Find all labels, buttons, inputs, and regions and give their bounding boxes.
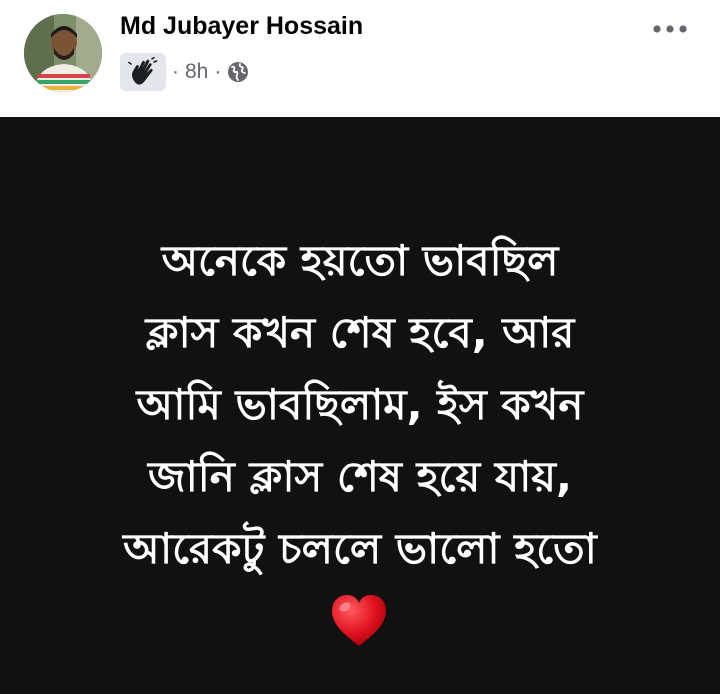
meta-separator: · xyxy=(214,60,222,83)
heart-emoji xyxy=(330,593,388,649)
post-text: অনেকে হয়তো ভাবছিল ক্লাস কখন শেষ হবে, আর… xyxy=(0,225,720,585)
avatar[interactable] xyxy=(24,14,102,92)
post-text-line: অনেকে হয়তো ভাবছিল xyxy=(161,236,559,285)
post-meta: · 8h · xyxy=(120,53,249,91)
post-header: Md Jubayer Hossain · 8h · xyxy=(0,0,720,117)
post-text-line: ক্লাস কখন শেষ হবে, আর xyxy=(145,308,575,357)
post-time[interactable]: 8h xyxy=(185,60,208,84)
post-text-line: জানি ক্লাস শেষ হয়ে যায়, xyxy=(148,452,572,501)
globe-icon[interactable] xyxy=(227,61,249,83)
meta-separator: · xyxy=(172,60,179,83)
post-text-line: আমি ভাবছিলাম, ইস কখন xyxy=(136,380,584,429)
waving-hand-icon[interactable] xyxy=(120,53,166,91)
more-options-icon[interactable] xyxy=(650,14,690,44)
post-text-line: আরেকটু চললে ভালো হতো xyxy=(123,524,597,573)
author-name[interactable]: Md Jubayer Hossain xyxy=(120,12,363,41)
post-background: অনেকে হয়তো ভাবছিল ক্লাস কখন শেষ হবে, আর… xyxy=(0,117,720,694)
